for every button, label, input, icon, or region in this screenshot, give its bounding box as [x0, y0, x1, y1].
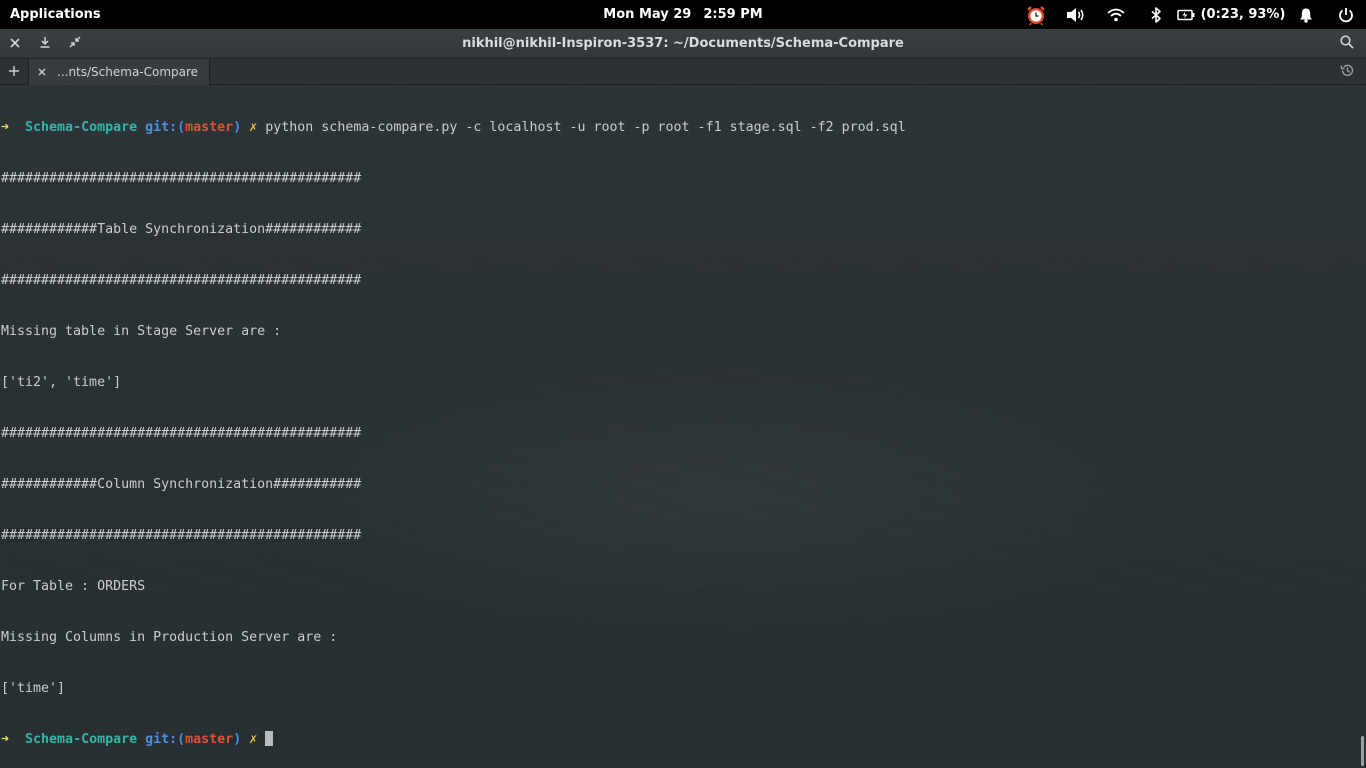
window-title-container: nikhil@nikhil-Inspiron-3537: ~/Documents…: [0, 29, 1366, 59]
system-tray: (0:23, 93%): [1016, 0, 1366, 29]
window-headerbar: nikhil@nikhil-Inspiron-3537: ~/Documents…: [0, 29, 1366, 59]
prompt-dirty-mark: ✗: [249, 120, 258, 135]
applications-menu[interactable]: Applications: [10, 0, 101, 29]
close-window-button[interactable]: [0, 29, 30, 59]
tab-close-button[interactable]: [31, 59, 53, 85]
prompt-directory: Schema-Compare: [25, 120, 138, 135]
alarm-clock-icon[interactable]: [1016, 0, 1056, 29]
prompt-git-suffix: ): [233, 732, 242, 747]
output-line: For Table : ORDERS: [1, 579, 146, 594]
new-tab-button[interactable]: [1, 59, 27, 85]
terminal-view[interactable]: ➜ Schema-Compare git:(master) ✗ python s…: [0, 85, 1366, 768]
search-button[interactable]: [1332, 29, 1362, 59]
time-label[interactable]: 2:59 PM: [703, 7, 762, 22]
history-button[interactable]: [1334, 59, 1360, 85]
wifi-icon[interactable]: [1096, 0, 1136, 29]
prompt-git-suffix: ): [233, 120, 242, 135]
unmaximize-icon: [69, 36, 81, 52]
close-icon: [38, 65, 46, 79]
command-line: ➜ Schema-Compare git:(master) ✗ python s…: [1, 119, 906, 136]
output-line: ########################################…: [1, 171, 362, 186]
prompt-git-prefix: git:(: [145, 732, 186, 747]
bluetooth-icon[interactable]: [1136, 0, 1176, 29]
prompt-git-prefix: git:(: [145, 120, 186, 135]
terminal-output: ➜ Schema-Compare git:(master) ✗ python s…: [1, 85, 906, 768]
prompt-arrow: ➜: [1, 732, 10, 747]
output-line: ['ti2', 'time']: [1, 375, 122, 390]
tab-schema-compare[interactable]: ...nts/Schema-Compare: [28, 59, 210, 85]
tab-bar: ...nts/Schema-Compare: [0, 59, 1366, 85]
tab-label: ...nts/Schema-Compare: [57, 65, 199, 79]
notification-bell-icon[interactable]: [1286, 0, 1326, 29]
output-line: Missing Columns in Production Server are…: [1, 630, 338, 645]
prompt-arrow: ➜: [1, 120, 10, 135]
terminal-cursor: [265, 731, 274, 746]
search-icon: [1340, 35, 1354, 53]
prompt-branch: master: [185, 732, 234, 747]
output-line: Missing table in Stage Server are :: [1, 324, 282, 339]
volume-icon[interactable]: [1056, 0, 1096, 29]
power-icon[interactable]: [1326, 0, 1366, 29]
output-line: ############Column Synchronization######…: [1, 477, 362, 492]
plus-icon: [9, 65, 19, 79]
window-title: nikhil@nikhil-Inspiron-3537: ~/Documents…: [462, 36, 904, 51]
unmaximize-button[interactable]: [60, 29, 90, 59]
download-icon: [39, 36, 51, 52]
prompt-dirty-mark: ✗: [249, 732, 258, 747]
battery-icon: [1176, 9, 1195, 21]
battery-indicator[interactable]: (0:23, 93%): [1176, 0, 1286, 29]
prompt-branch: master: [185, 120, 234, 135]
output-line: ['time']: [1, 681, 66, 696]
terminal-scrollbar[interactable]: [1361, 736, 1364, 766]
battery-label: (0:23, 93%): [1200, 7, 1286, 22]
output-line: ########################################…: [1, 426, 362, 441]
close-icon: [10, 37, 20, 52]
current-prompt-line[interactable]: ➜ Schema-Compare git:(master) ✗: [1, 731, 906, 748]
download-button[interactable]: [30, 29, 60, 59]
prompt-directory: Schema-Compare: [25, 732, 138, 747]
date-label[interactable]: Mon May 29: [603, 7, 691, 22]
output-line: ########################################…: [1, 528, 362, 543]
top-panel: Applications Mon May 29 2:59 PM (0:23, 9…: [0, 0, 1366, 29]
output-line: ########################################…: [1, 273, 362, 288]
output-line: ############Table Synchronization#######…: [1, 222, 362, 237]
command-text: python schema-compare.py -c localhost -u…: [265, 120, 906, 135]
history-icon: [1340, 63, 1355, 81]
